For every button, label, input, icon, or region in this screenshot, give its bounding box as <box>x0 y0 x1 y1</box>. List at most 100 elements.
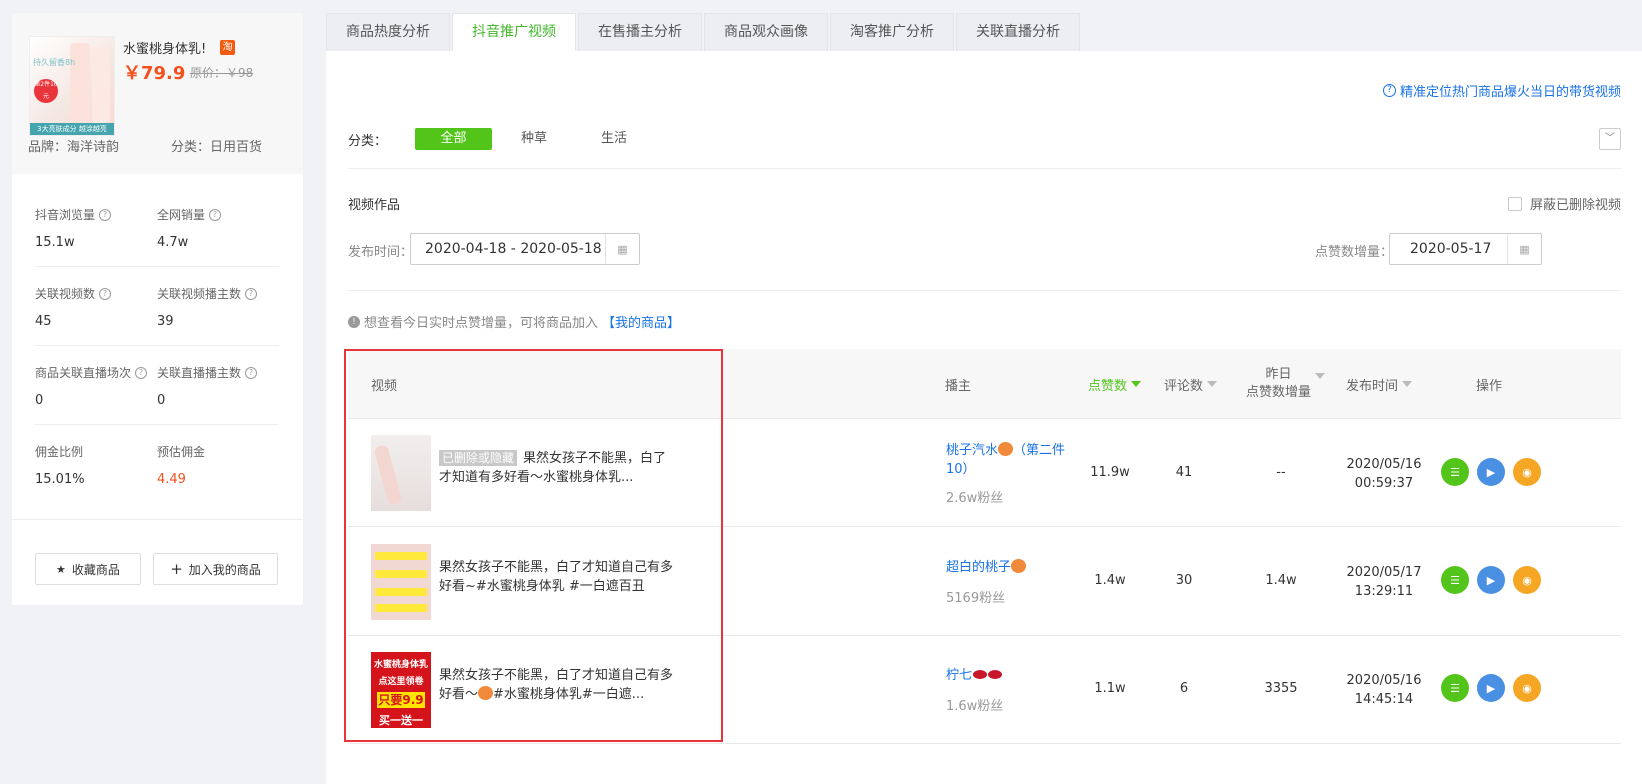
main-content: ? 精准定位热门商品爆火当日的带货视频 分类： 全部 种草 生活 ﹀ 视频作品 … <box>326 51 1642 784</box>
publish-datetime: 2020/05/16 00:59:37 <box>1342 455 1426 493</box>
filter-chip-grass[interactable]: 种草 <box>512 128 556 150</box>
stat-value: 4.49 <box>157 472 186 487</box>
thumbnail-shape <box>375 552 427 560</box>
star-icon: ★ <box>56 562 66 576</box>
page-root: 持久留香8h 第2件10元 3大亮肤成分 越涂越亮 水蜜桃身体乳! 淘 ￥79.… <box>0 0 1642 784</box>
col-comments-label: 评论数 <box>1164 378 1204 394</box>
table-row[interactable]: 果然女孩子不能黑，白了才知道自己有多好看~#水蜜桃身体乳 #一白遮百丑 超白的桃… <box>348 528 1621 636</box>
tip-message: ! 想查看今日实时点赞增量，可将商品加入 【我的商品】 <box>348 312 680 331</box>
row-actions: ☰ ▶ ◉ <box>1441 458 1541 486</box>
increase-value: -- <box>1276 465 1286 480</box>
product-tube <box>92 47 110 123</box>
play-icon[interactable]: ▶ <box>1477 674 1505 702</box>
thumbnail-shape <box>375 570 427 578</box>
author-link[interactable]: 超白的桃子 <box>946 558 1066 577</box>
video-title[interactable]: 已删除或隐藏 果然女孩子不能黑，白了才知道有多好看～水蜜桃身体乳... <box>439 449 679 487</box>
publish-clock: 00:59:37 <box>1354 476 1414 491</box>
chevron-down-icon[interactable]: ﹀ <box>1599 128 1621 150</box>
stat-label: 关联直播播主数 <box>157 366 242 380</box>
peach-emoji-icon <box>998 442 1014 456</box>
video-thumbnail[interactable] <box>371 435 431 511</box>
question-icon[interactable]: ? <box>245 287 258 300</box>
table-row[interactable]: 已删除或隐藏 果然女孩子不能黑，白了才知道有多好看～水蜜桃身体乳... 桃子汽水（… <box>348 419 1621 527</box>
product-price: ￥79.9 <box>123 63 186 84</box>
likes-value: 1.4w <box>1094 573 1126 588</box>
play-icon[interactable]: ▶ <box>1477 566 1505 594</box>
hide-deleted-checkbox[interactable]: 屏蔽已删除视频 <box>1507 194 1621 213</box>
add-mine-label: 加入我的商品 <box>188 562 261 577</box>
target-icon[interactable]: ◉ <box>1513 566 1541 594</box>
tab-heat-analysis[interactable]: 商品热度分析 <box>326 13 450 52</box>
hide-deleted-label: 屏蔽已删除视频 <box>1529 198 1621 213</box>
stat-label: 佣金比例 <box>35 445 84 459</box>
section-title: 视频作品 <box>348 198 401 213</box>
help-link[interactable]: ? 精准定位热门商品爆火当日的带货视频 <box>1382 81 1621 100</box>
col-likes[interactable]: 点赞数 <box>1088 349 1142 419</box>
video-title[interactable]: 果然女孩子不能黑，白了才知道自己有多好看～ #水蜜桃身体乳#一白遮... <box>439 666 679 704</box>
publish-time-value: 2020-04-18 - 2020-05-18 <box>425 241 602 257</box>
question-icon[interactable]: ? <box>135 366 148 379</box>
video-title[interactable]: 果然女孩子不能黑，白了才知道自己有多好看~#水蜜桃身体乳 #一白遮百丑 <box>439 558 679 596</box>
product-name[interactable]: 水蜜桃身体乳! <box>123 38 206 57</box>
author-link[interactable]: 桃子汽水 （第二件10） <box>946 441 1066 479</box>
product-image[interactable]: 持久留香8h 第2件10元 3大亮肤成分 越涂越亮 <box>29 36 115 136</box>
video-thumbnail[interactable]: 水蜜桃身体乳 点这里领卷 只要9.9 买一送一 <box>371 652 431 728</box>
video-thumbnail[interactable] <box>371 544 431 620</box>
col-yesterday-increase[interactable]: 昨日 点赞数增量 <box>1246 349 1326 419</box>
deleted-tag: 已删除或隐藏 <box>439 450 518 466</box>
tab-douyin-videos[interactable]: 抖音推广视频 <box>452 13 576 52</box>
question-icon[interactable]: ? <box>245 366 258 379</box>
stat-label: 关联视频播主数 <box>157 287 242 301</box>
tab-taoke-analysis[interactable]: 淘客推广分析 <box>830 13 954 52</box>
target-icon[interactable]: ◉ <box>1513 458 1541 486</box>
stat-total-sales: 全网销量? 4.7w <box>157 206 222 250</box>
col-yesterday-label: 昨日 点赞数增量 <box>1246 366 1311 402</box>
info-icon: ! <box>348 315 360 328</box>
publish-date: 2020/05/16 <box>1346 673 1422 688</box>
tab-audience-profile[interactable]: 商品观众画像 <box>704 13 828 52</box>
col-comments[interactable]: 评论数 <box>1164 349 1218 419</box>
filter-chip-life[interactable]: 生活 <box>592 128 636 150</box>
tab-live-analysis[interactable]: 关联直播分析 <box>956 13 1080 52</box>
tab-bar: 商品热度分析 抖音推广视频 在售播主分析 商品观众画像 淘客推广分析 关联直播分… <box>326 13 1082 52</box>
table-header: 视频 播主 点赞数 评论数 昨日 点赞数增量 发布时间 操作 <box>348 349 1621 419</box>
detail-list-icon[interactable]: ☰ <box>1441 566 1469 594</box>
col-publish-time[interactable]: 发布时间 <box>1346 349 1413 419</box>
product-panel: 持久留香8h 第2件10元 3大亮肤成分 越涂越亮 水蜜桃身体乳! 淘 ￥79.… <box>12 13 303 605</box>
favorite-button[interactable]: ★ 收藏商品 <box>35 553 141 585</box>
table-row[interactable]: 水蜜桃身体乳 点这里领卷 只要9.9 买一送一 果然女孩子不能黑，白了才知道自己… <box>348 636 1621 744</box>
publish-time-range-picker[interactable]: 2020-04-18 - 2020-05-18 ▦ <box>410 233 640 265</box>
stat-label: 全网销量 <box>157 208 206 222</box>
like-increase-date-picker[interactable]: 2020-05-17 ▦ <box>1389 233 1542 265</box>
question-icon[interactable]: ? <box>99 208 112 221</box>
question-icon[interactable]: ? <box>209 208 222 221</box>
tab-selling-authors[interactable]: 在售播主分析 <box>578 13 702 52</box>
stat-value: 0 <box>35 393 44 408</box>
thumbnail-text: 买一送一 <box>379 714 423 727</box>
stat-value: 15.01% <box>35 472 85 487</box>
thumbnail-text: 水蜜桃身体乳 <box>374 660 429 670</box>
detail-list-icon[interactable]: ☰ <box>1441 674 1469 702</box>
add-my-products-button[interactable]: + 加入我的商品 <box>153 553 278 585</box>
lips-emoji-icon <box>988 670 1003 679</box>
col-publish-label: 发布时间 <box>1346 378 1399 394</box>
question-icon[interactable]: ? <box>99 287 112 300</box>
author-link[interactable]: 柠七 <box>946 666 1066 685</box>
target-icon[interactable]: ◉ <box>1513 674 1541 702</box>
increase-value: 1.4w <box>1265 573 1297 588</box>
filter-chip-all[interactable]: 全部 <box>415 128 492 150</box>
checkbox-box[interactable] <box>1507 196 1522 211</box>
stat-live-sessions: 商品关联直播场次? 0 <box>35 364 148 408</box>
video-title-text: #水蜜桃身体乳#一白遮... <box>493 687 645 702</box>
my-products-link[interactable]: 【我的商品】 <box>602 312 680 331</box>
peach-emoji-icon <box>1011 559 1027 573</box>
publish-date: 2020/05/16 <box>1346 457 1422 472</box>
product-category: 分类：日用百货 <box>171 140 263 155</box>
detail-list-icon[interactable]: ☰ <box>1441 458 1469 486</box>
original-price: 原价：￥98 <box>190 66 254 80</box>
divider <box>35 266 279 267</box>
play-icon[interactable]: ▶ <box>1477 458 1505 486</box>
product-brand: 品牌：海洋诗韵 <box>28 140 120 155</box>
publish-datetime: 2020/05/17 13:29:11 <box>1342 563 1426 601</box>
row-actions: ☰ ▶ ◉ <box>1441 674 1541 702</box>
